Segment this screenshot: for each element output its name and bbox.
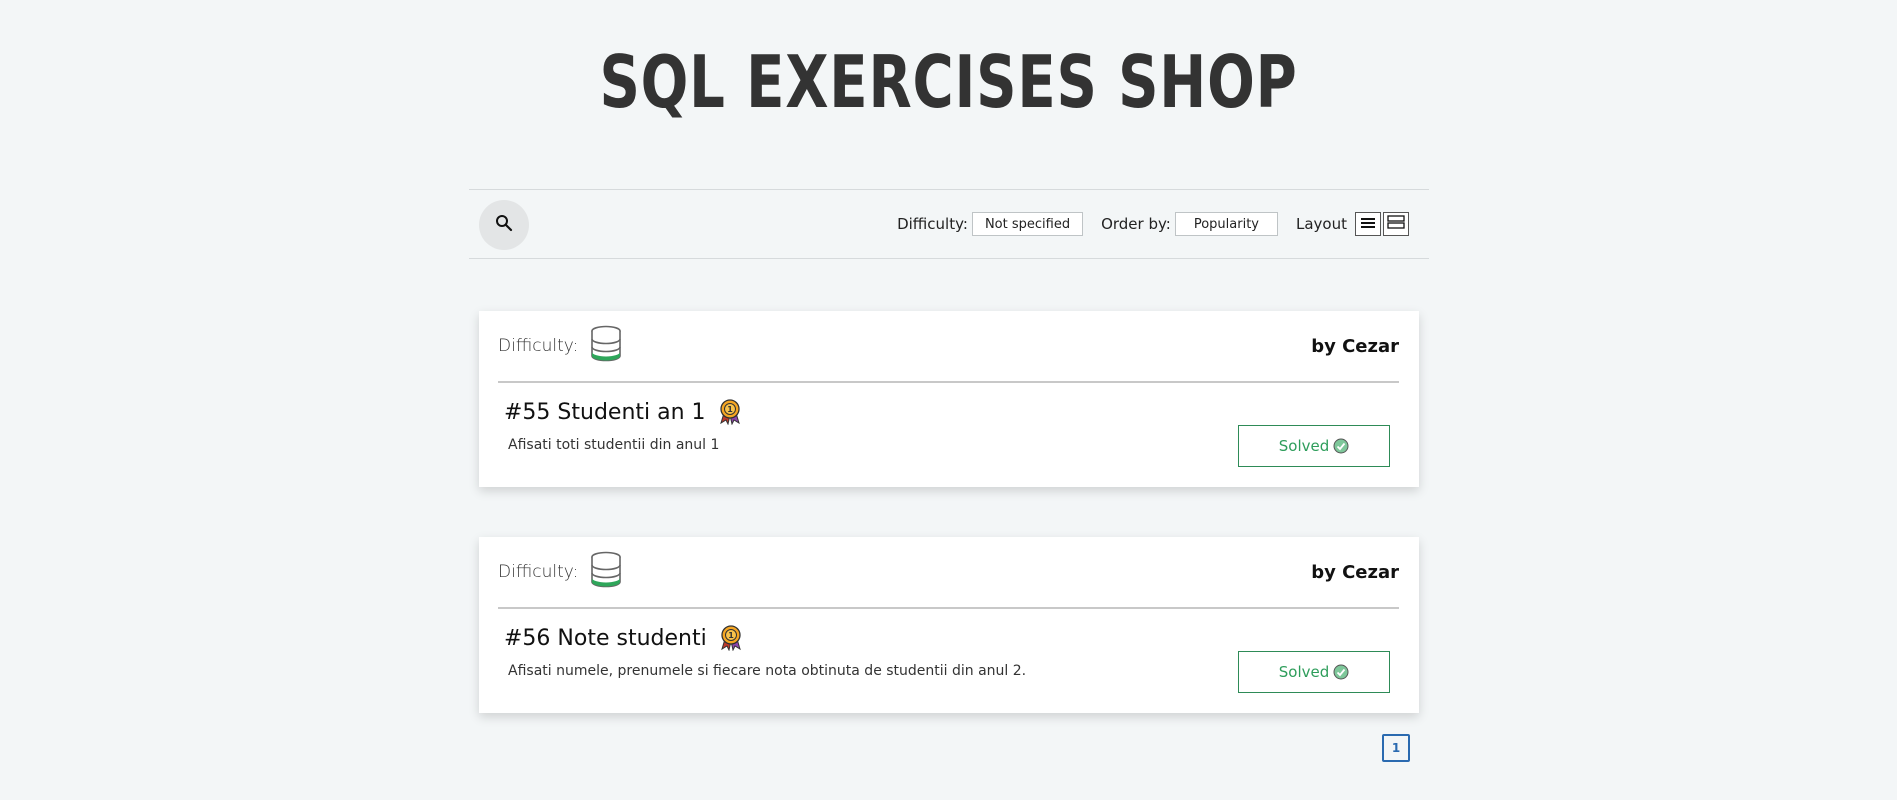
exercise-description: Afisati numele, prenumele si fiecare not… — [508, 663, 1027, 679]
database-icon — [590, 325, 622, 368]
order-by-label: Order by: — [1101, 215, 1171, 233]
author-name: by Cezar — [1311, 335, 1399, 357]
exercise-card[interactable]: Difficulty: by Cezar #56 Note studenti 1… — [479, 537, 1419, 713]
author-name: by Cezar — [1311, 561, 1399, 583]
exercise-title[interactable]: #55 Studenti an 1 1 — [504, 399, 742, 425]
search-icon — [495, 214, 513, 237]
svg-text:1: 1 — [728, 631, 734, 640]
exercise-title-text: #56 Note studenti — [504, 625, 707, 651]
card-layout-icon — [1387, 215, 1405, 233]
solved-label: Solved — [1278, 663, 1330, 681]
check-circle-icon — [1333, 438, 1349, 454]
list-layout-button[interactable] — [1355, 212, 1381, 236]
check-circle-icon — [1333, 664, 1349, 680]
search-button[interactable] — [479, 200, 529, 250]
svg-text:1: 1 — [727, 405, 733, 414]
layout-label: Layout — [1296, 215, 1347, 233]
order-by-select[interactable]: Popularity — [1174, 212, 1278, 236]
exercise-title[interactable]: #56 Note studenti 1 — [504, 625, 743, 651]
page-title: SQL EXERCISES SHOP — [599, 40, 1298, 124]
medal-icon: 1 — [719, 625, 743, 651]
card-layout-button[interactable] — [1383, 212, 1409, 236]
solved-button[interactable]: Solved — [1238, 651, 1390, 693]
difficulty-select[interactable]: Not specified — [971, 212, 1084, 236]
solved-button[interactable]: Solved — [1238, 425, 1390, 467]
difficulty-filter-label: Difficulty: — [897, 215, 968, 233]
pagination-page-button[interactable]: 1 — [1382, 734, 1410, 762]
difficulty-label: Difficulty: — [498, 336, 579, 356]
card-header: Difficulty: by Cezar — [498, 537, 1399, 609]
list-layout-icon — [1361, 215, 1375, 233]
database-icon — [590, 551, 622, 594]
exercise-description: Afisati toti studentii din anul 1 — [508, 437, 720, 453]
difficulty-label: Difficulty: — [498, 562, 579, 582]
filters: Difficulty: Not specified Order by: Popu… — [897, 190, 1409, 258]
card-header: Difficulty: by Cezar — [498, 311, 1399, 383]
filter-toolbar: Difficulty: Not specified Order by: Popu… — [469, 189, 1429, 259]
exercise-title-text: #55 Studenti an 1 — [504, 399, 706, 425]
medal-icon: 1 — [718, 399, 742, 425]
solved-label: Solved — [1278, 437, 1330, 455]
exercise-card[interactable]: Difficulty: by Cezar #55 Studenti an 1 1… — [479, 311, 1419, 487]
